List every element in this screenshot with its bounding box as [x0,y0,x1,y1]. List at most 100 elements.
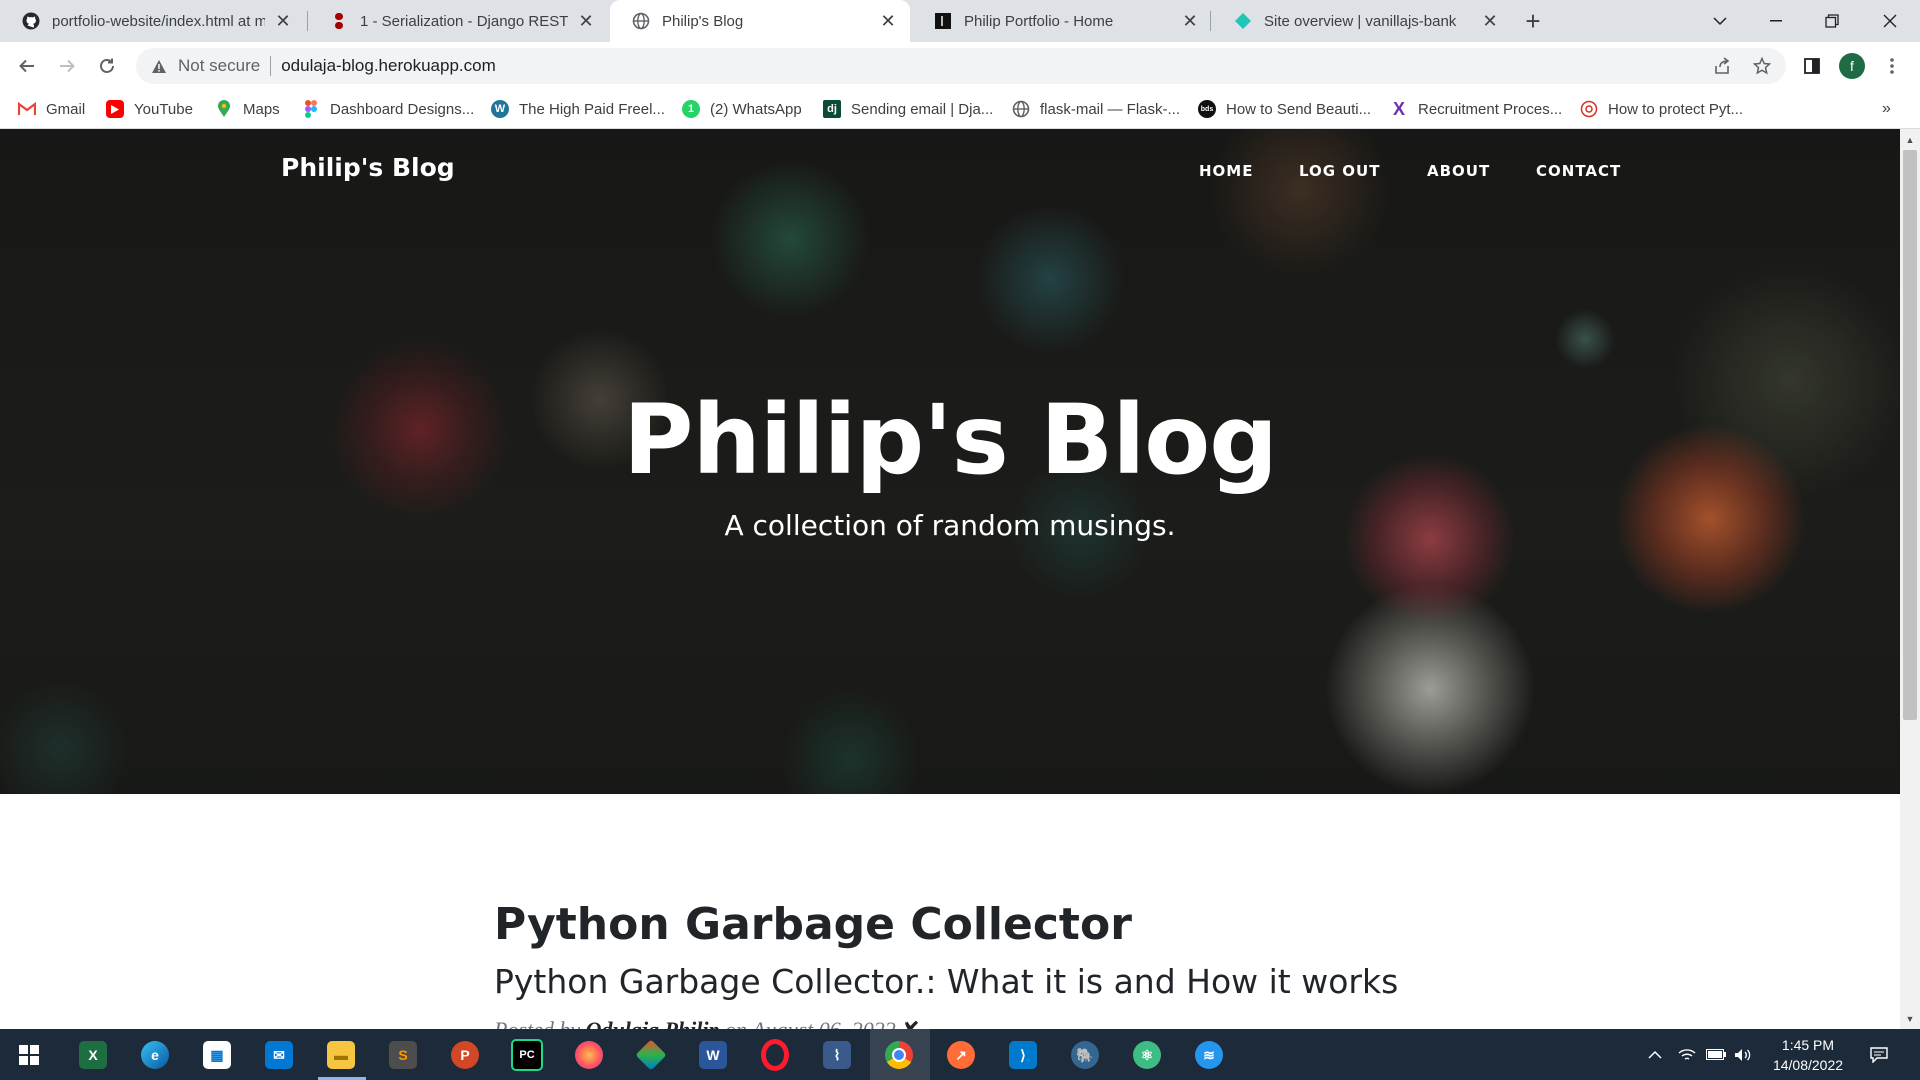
share-icon[interactable] [1706,50,1738,82]
tab-portfolio[interactable]: Philip Portfolio - Home ✕ [912,0,1212,42]
bookmark-youtube[interactable]: YouTube [106,98,193,120]
bookmark-star-icon[interactable] [1746,50,1778,82]
restore-button[interactable] [1804,0,1860,42]
scroll-up-arrow[interactable]: ▲ [1900,131,1920,149]
opera-icon[interactable] [756,1036,794,1074]
warning-icon[interactable] [150,57,168,75]
profile-avatar[interactable]: f [1836,50,1868,82]
tab-search-button[interactable] [1692,0,1748,42]
chrome-icon[interactable] [880,1036,918,1074]
pycharm-icon[interactable]: PC [508,1036,546,1074]
minimize-button[interactable] [1748,0,1804,42]
bookmark-label: (2) WhatsApp [710,100,802,118]
whatsapp-icon: 1 [682,100,700,118]
bookmark-label: Maps [243,100,280,118]
nav-log-out[interactable]: LOG OUT [1299,162,1380,180]
menu-icon[interactable] [1876,50,1908,82]
close-window-button[interactable] [1860,0,1920,42]
scroll-down-arrow[interactable]: ▼ [1900,1010,1920,1028]
back-button[interactable] [11,50,43,82]
taskbar-clock[interactable]: 1:45 PM 14/08/2022 [1760,1035,1856,1075]
clock-time: 1:45 PM [1781,1037,1835,1053]
target-icon [1580,100,1598,118]
bookmark-label: Gmail [46,100,86,118]
site-brand[interactable]: Philip's Blog [281,153,455,182]
globe-icon [632,12,650,30]
tab-philips-blog[interactable]: Philip's Blog ✕ [610,0,910,42]
tab-title: Site overview | vanillajs-bank [1264,12,1457,30]
postgres-icon[interactable]: 🐘 [1066,1036,1104,1074]
edge-icon[interactable]: e [136,1036,174,1074]
bookmarks-overflow-button[interactable]: » [1882,98,1891,120]
page-viewport: Philip's Blog HOME LOG OUT ABOUT CONTACT… [0,129,1900,1029]
bookmark-dashboard-designs[interactable]: Dashboard Designs... [302,98,474,120]
tab-github[interactable]: portfolio-website/index.html at m ✕ [0,0,305,42]
notifications-icon[interactable] [1870,1029,1888,1080]
tab-title: portfolio-website/index.html at m [52,12,265,30]
address-divider [270,56,272,76]
word-icon[interactable]: W [694,1036,732,1074]
mail-icon[interactable]: ✉ [260,1036,298,1074]
excel-icon[interactable]: X [74,1036,112,1074]
hero-subtitle: A collection of random musings. [724,509,1176,542]
wifi-icon[interactable] [1678,1029,1696,1080]
ssms-icon[interactable]: ⌇ [818,1036,856,1074]
powerpoint-icon[interactable]: P [446,1036,484,1074]
bookmark-sending-email[interactable]: dj Sending email | Dja... [823,98,993,120]
post-title[interactable]: Python Garbage Collector [494,899,1132,950]
bookmark-high-paid-freelancer[interactable]: W The High Paid Freel... [491,98,665,120]
tab-title: Philip's Blog [662,12,744,30]
nav-about[interactable]: ABOUT [1427,162,1490,180]
vscode-icon[interactable]: ⟩ [1004,1036,1042,1074]
post-subtitle[interactable]: Python Garbage Collector.: What it is an… [494,962,1398,1001]
battery-icon[interactable] [1706,1029,1726,1080]
delete-post-button[interactable]: ✘ [901,1017,919,1029]
git-icon[interactable] [632,1036,670,1074]
new-tab-button[interactable]: + [1518,6,1548,36]
bookmark-recruitment[interactable]: X Recruitment Proces... [1390,98,1562,120]
tab-strip: portfolio-website/index.html at m ✕ 1 - … [0,0,1920,42]
close-icon[interactable]: ✕ [273,11,293,31]
bookmark-flask-mail[interactable]: flask-mail — Flask-... [1012,98,1180,120]
security-label[interactable]: Not secure [178,56,260,76]
nav-contact[interactable]: CONTACT [1536,162,1621,180]
sublime-icon[interactable]: S [384,1036,422,1074]
bookmark-gmail[interactable]: Gmail [18,98,85,120]
tab-django-rest[interactable]: 1 - Serialization - Django REST fra ✕ [308,0,608,42]
atom-icon[interactable]: ⚛ [1128,1036,1166,1074]
scrollbar-thumb[interactable] [1903,150,1917,720]
netlify-icon [1234,12,1252,30]
url-text[interactable]: odulaja-blog.herokuapp.com [281,56,496,76]
bookmark-label: How to protect Pyt... [1608,100,1744,118]
volume-icon[interactable] [1734,1029,1752,1080]
file-explorer-icon[interactable]: ▬ [322,1036,360,1074]
reload-button[interactable] [91,50,123,82]
hero-header: Philip's Blog HOME LOG OUT ABOUT CONTACT… [0,129,1900,794]
django-rest-icon [330,12,348,30]
bookmark-maps[interactable]: Maps [215,98,280,120]
nav-home[interactable]: HOME [1199,162,1253,180]
wordpress-icon: W [491,100,509,118]
figma-icon [302,100,320,118]
close-icon[interactable]: ✕ [576,11,596,31]
gmail-icon [18,100,36,118]
bookmark-send-beautiful[interactable]: bds How to Send Beauti... [1198,98,1371,120]
store-icon[interactable]: ▦ [198,1036,236,1074]
bookmarks-bar: Gmail YouTube Maps Dashboard Designs... … [0,90,1920,129]
postman-icon[interactable]: ↗ [942,1036,980,1074]
firefox-icon[interactable] [570,1036,608,1074]
close-icon[interactable]: ✕ [1480,11,1500,31]
tab-netlify[interactable]: Site overview | vanillajs-bank ✕ [1212,0,1512,42]
tray-overflow-icon[interactable] [1648,1029,1662,1080]
bookmark-protect-python[interactable]: How to protect Pyt... [1580,98,1743,120]
address-bar[interactable]: Not secure odulaja-blog.herokuapp.com [136,48,1786,84]
side-panel-icon[interactable] [1796,50,1828,82]
close-icon[interactable]: ✕ [878,11,898,31]
post-author-link[interactable]: Odulaja Philip [586,1017,720,1029]
docker-icon[interactable]: ≋ [1190,1036,1228,1074]
forward-button[interactable] [51,50,83,82]
start-button[interactable] [10,1036,48,1074]
bookmark-whatsapp[interactable]: 1 (2) WhatsApp [682,98,802,120]
github-icon [22,12,40,30]
close-icon[interactable]: ✕ [1180,11,1200,31]
